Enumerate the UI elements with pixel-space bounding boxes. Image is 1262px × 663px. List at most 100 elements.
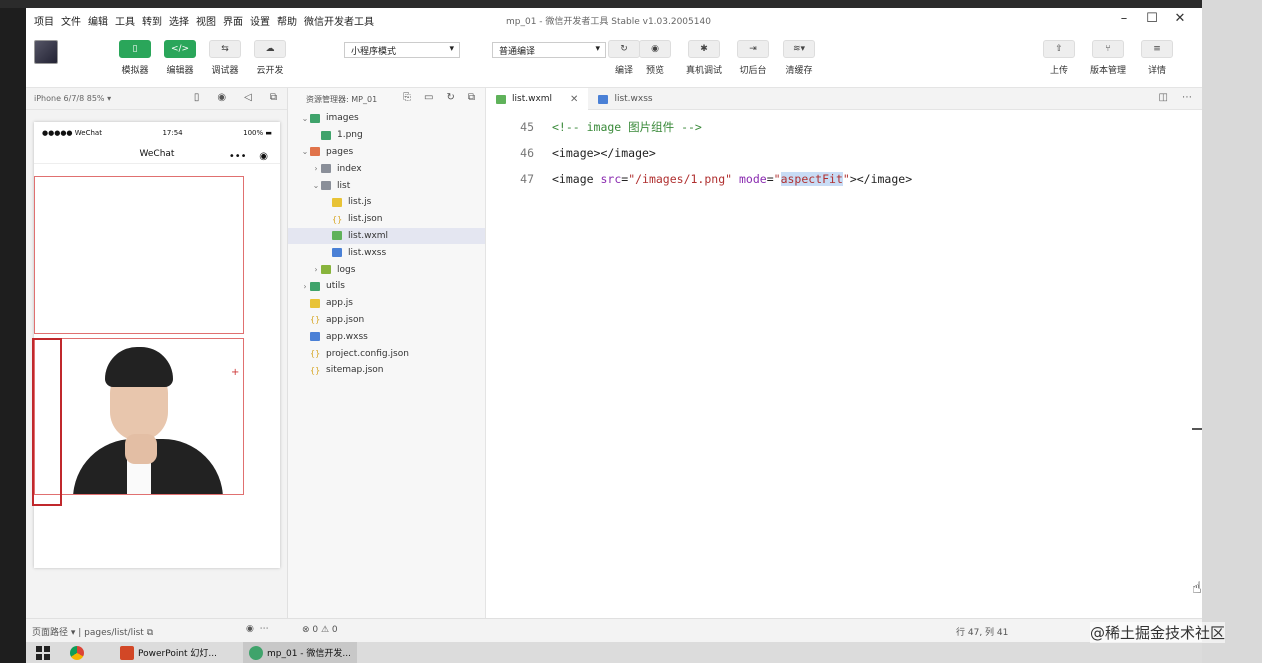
menu-item[interactable]: 项目 <box>34 13 54 28</box>
caret-down-icon[interactable]: ▾ <box>105 94 111 103</box>
new-file-icon[interactable]: ⎘ <box>403 92 411 103</box>
devtools-task[interactable]: mp_01 - 微信开发... <box>243 642 357 663</box>
code-line[interactable]: 46 <image></image> <box>486 140 1202 166</box>
split-icon[interactable]: ◫ <box>1159 92 1168 103</box>
code-icon: </> <box>164 40 196 58</box>
phone-icon: ▯ <box>119 40 151 58</box>
tree-item[interactable]: 1.png <box>288 127 485 144</box>
menu-item[interactable]: 设置 <box>250 13 270 28</box>
preview-button[interactable]: ◉ 预览 <box>630 40 680 76</box>
close-icon[interactable]: ✕ <box>1166 11 1194 26</box>
code-quote: " <box>773 172 781 186</box>
menu-item[interactable]: 选择 <box>169 13 189 28</box>
chevron-down-icon[interactable]: ⌄ <box>300 147 310 156</box>
compile-select[interactable]: 普通编译 ▾ <box>492 42 606 58</box>
debugger-button[interactable]: ⇆ 调试器 <box>200 40 250 76</box>
phone-icon[interactable]: ▯ <box>194 92 200 103</box>
cloud-button[interactable]: ☁ 云开发 <box>245 40 295 76</box>
tree-item[interactable]: › index <box>288 160 485 177</box>
menu-item[interactable]: 转到 <box>142 13 162 28</box>
debugger-label: 调试器 <box>211 66 239 76</box>
record-icon[interactable]: ◉ <box>217 92 226 103</box>
close-tab-icon[interactable]: ✕ <box>570 94 578 105</box>
simulator-button[interactable]: ▯ 模拟器 <box>110 40 160 76</box>
menu-item[interactable]: 工具 <box>115 13 135 28</box>
version-button[interactable]: ⑂ 版本管理 <box>1083 40 1133 76</box>
upload-icon: ⇧ <box>1043 40 1075 58</box>
target-icon[interactable]: ◉ <box>259 147 268 167</box>
tree-item[interactable]: › utils <box>288 278 485 295</box>
menu-item[interactable]: 帮助 <box>277 13 297 28</box>
explorer-project: MP_01 <box>351 94 378 104</box>
os-taskbar: PowerPoint 幻灯... mp_01 - 微信开发... <box>26 642 1202 663</box>
menu-item[interactable]: 界面 <box>223 13 243 28</box>
page-path[interactable]: 页面路径 ▾ | pages/list/list ⧉ <box>32 625 153 638</box>
editor-button[interactable]: </> 编辑器 <box>155 40 205 76</box>
chrome-task[interactable] <box>64 642 94 663</box>
windows-start-icon[interactable] <box>36 645 50 660</box>
window-icon[interactable]: ⧉ <box>270 92 277 103</box>
new-folder-icon[interactable]: ▭ <box>424 92 433 103</box>
menu-item[interactable]: 微信开发者工具 <box>304 13 374 28</box>
tree-item-label: app.wxss <box>326 331 368 342</box>
menu-item[interactable]: 文件 <box>61 13 81 28</box>
status-eye-icon[interactable]: ◉ ⋯ <box>246 624 269 634</box>
devtools-window: 项目 文件 编辑 工具 转到 选择 视图 界面 设置 帮助 微信开发者工具 mp_01 - 微信开发… <box>26 8 1202 642</box>
tree-item[interactable]: {} app.json <box>288 312 485 329</box>
powerpoint-task[interactable]: PowerPoint 幻灯... <box>114 642 223 663</box>
tree-item-label: list.wxss <box>348 247 387 258</box>
volume-icon[interactable]: ◁ <box>244 92 252 103</box>
scrollbar[interactable] <box>1192 428 1202 430</box>
tree-item[interactable]: ⌄ list <box>288 177 485 194</box>
background-button[interactable]: ⇥ 切后台 <box>728 40 778 76</box>
refresh-icon[interactable]: ↻ <box>446 92 454 103</box>
details-button[interactable]: ≡ 详情 <box>1132 40 1182 76</box>
tree-item[interactable]: list.js <box>288 194 485 211</box>
upload-button[interactable]: ⇧ 上传 <box>1034 40 1084 76</box>
collapse-icon[interactable]: ⧉ <box>468 92 475 103</box>
tree-item[interactable]: {} list.json <box>288 211 485 228</box>
code-string: "/images/1.png" <box>628 172 733 186</box>
chevron-down-icon[interactable]: ⌄ <box>300 114 310 123</box>
simulator-panel: iPhone 6/7/8 85% ▾ ▯ ◉ ◁ ⧉ ●●●●● WeChat … <box>26 88 288 618</box>
tree-item[interactable]: › logs <box>288 261 485 278</box>
phone-screen: ●●●●● WeChat 17:54 100% ▬ WeChat ••• ◉ + <box>32 122 280 568</box>
tree-item[interactable]: list.wxml <box>288 227 485 245</box>
cursor-position[interactable]: 行 47, 列 41 <box>956 625 1008 638</box>
chevron-down-icon[interactable]: ⌄ <box>311 181 321 190</box>
real-debug-button[interactable]: ✱ 真机调试 <box>679 40 729 76</box>
chevron-right-icon[interactable]: › <box>311 265 321 274</box>
avatar[interactable] <box>34 40 58 64</box>
minimize-icon[interactable]: – <box>1110 11 1138 26</box>
background-label: 切后台 <box>739 66 767 76</box>
powerpoint-task-label: PowerPoint 幻灯... <box>138 649 218 659</box>
more-dots-icon[interactable]: ••• <box>229 147 247 167</box>
phone-nav-bar: WeChat ••• ◉ <box>34 144 280 164</box>
code-line[interactable]: 47 <image src = "/images/1.png" mode = " aspec… <box>486 166 1202 192</box>
mode-select[interactable]: 小程序模式 ▾ <box>344 42 460 58</box>
tab-list-wxss[interactable]: list.wxss <box>588 88 662 110</box>
device-select[interactable]: iPhone 6/7/8 85% <box>34 94 105 103</box>
tree-item[interactable]: {} project.config.json <box>288 345 485 362</box>
copy-icon[interactable]: ⧉ <box>147 628 153 638</box>
tree-item[interactable]: ⌄ pages <box>288 144 485 161</box>
menu-item[interactable]: 编辑 <box>88 13 108 28</box>
tree-item[interactable]: list.wxss <box>288 244 485 261</box>
clear-cache-button[interactable]: ≋▾ 清缓存 <box>774 40 824 76</box>
tab-list-wxml[interactable]: list.wxml ✕ <box>486 88 589 110</box>
menu-item[interactable]: 视图 <box>196 13 216 28</box>
tree-item[interactable]: {} sitemap.json <box>288 362 485 379</box>
capsule-menu[interactable]: ••• ◉ <box>229 147 268 167</box>
error-count[interactable]: ⊗ 0 ⚠ 0 <box>302 625 338 635</box>
more-icon[interactable]: ⋯ <box>1182 92 1192 103</box>
chevron-right-icon[interactable]: › <box>311 164 321 173</box>
code-area[interactable]: 45 <!-- image 图片组件 --> 46 <image></image> 47… <box>486 114 1202 192</box>
code-line[interactable]: 45 <!-- image 图片组件 --> <box>486 114 1202 140</box>
tree-item[interactable]: ⌄ images <box>288 110 485 127</box>
maximize-icon[interactable]: ☐ <box>1138 11 1166 26</box>
hair-shape <box>105 347 173 387</box>
battery: 100% ▬ <box>243 129 272 137</box>
chevron-right-icon[interactable]: › <box>300 282 310 291</box>
tree-item[interactable]: app.js <box>288 295 485 312</box>
tree-item[interactable]: app.wxss <box>288 328 485 345</box>
